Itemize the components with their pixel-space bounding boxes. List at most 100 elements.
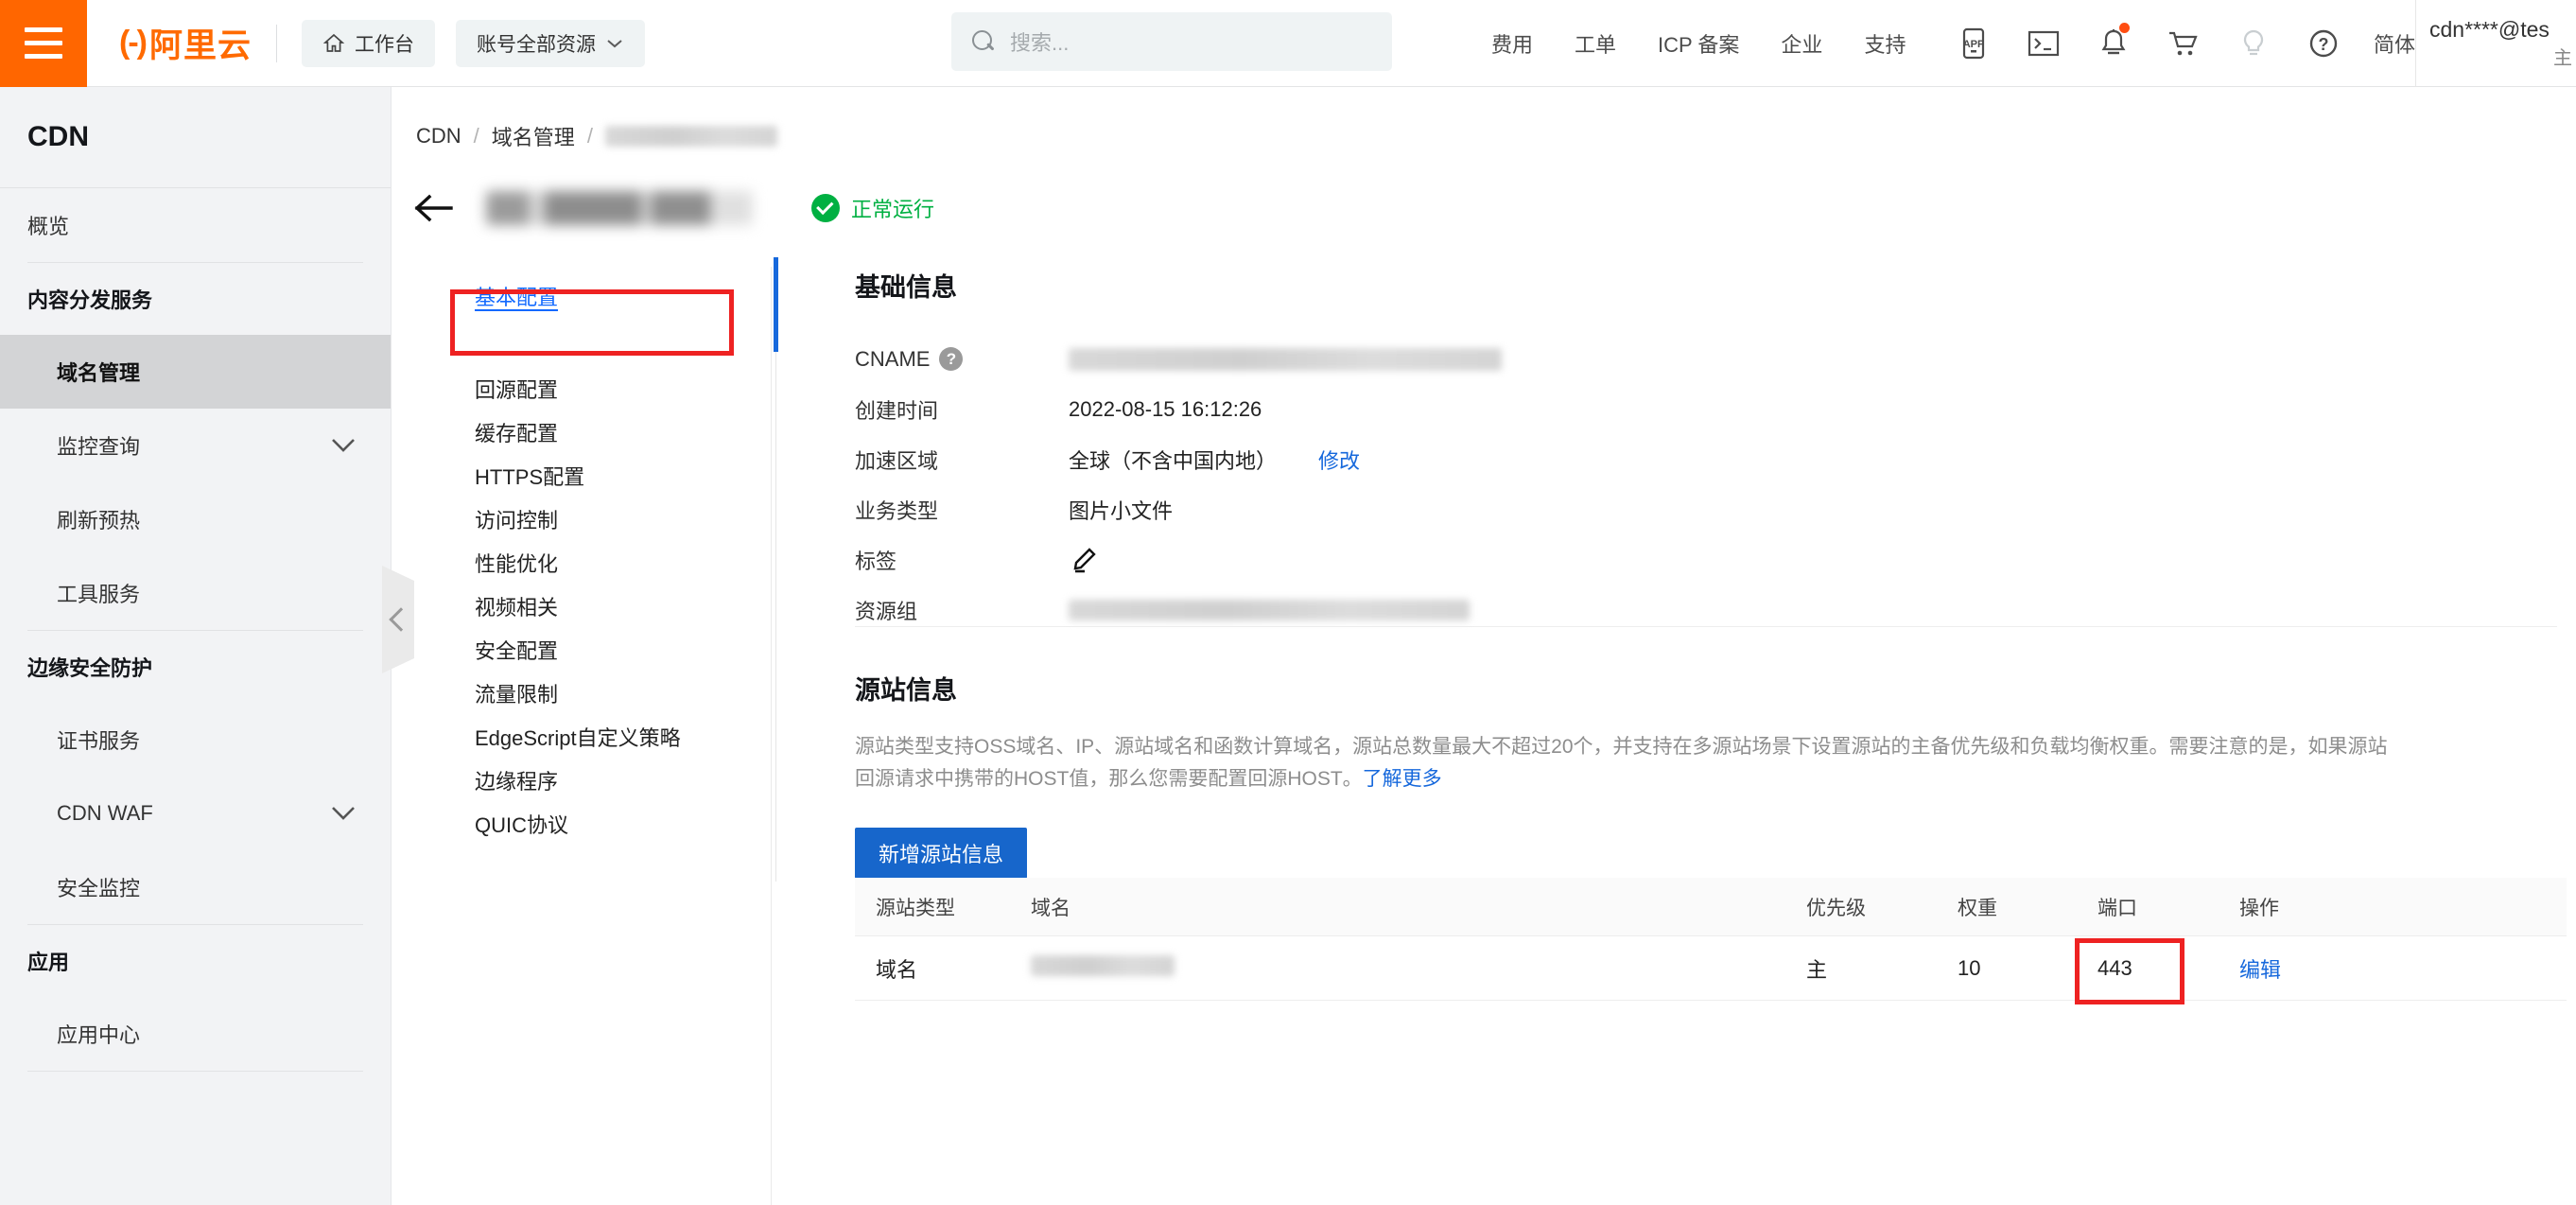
topbar-links: 费用 工单 ICP 备案 企业 支持: [1471, 0, 1926, 87]
origin-info-description: 源站类型支持OSS域名、IP、源站域名和函数计算域名，源站总数量最大不超过20个…: [855, 731, 2557, 795]
global-search-input[interactable]: 搜索...: [951, 12, 1392, 71]
info-label: 资源组: [855, 599, 918, 623]
subnav-item-label: 流量限制: [475, 683, 559, 707]
notification-badge-dot: [2119, 23, 2130, 33]
menu-hamburger-icon[interactable]: [0, 0, 87, 87]
subnav-item-edgescript[interactable]: EdgeScript自定义策略: [412, 715, 771, 759]
terminal-icon[interactable]: [2009, 0, 2079, 87]
search-placeholder: 搜索...: [1010, 31, 1070, 55]
cart-icon[interactable]: [2149, 0, 2219, 87]
page-title-masked: [486, 191, 753, 225]
info-label: 加速区域: [855, 448, 939, 473]
subnav-item-security-config[interactable]: 安全配置: [412, 628, 771, 672]
sidebar-item-certificate-service[interactable]: 证书服务: [0, 703, 391, 777]
sidebar-product-title: CDN: [27, 121, 89, 152]
sidebar-item-app-center[interactable]: 应用中心: [0, 997, 391, 1071]
aliyun-logo-text: 阿里云: [148, 27, 252, 64]
subnav-item-label: 性能优化: [475, 552, 559, 576]
edit-origin-link[interactable]: 编辑: [2239, 958, 2281, 982]
nav-link-enterprise[interactable]: 企业: [1760, 28, 1843, 59]
breadcrumb: CDN / 域名管理 /: [416, 121, 777, 151]
breadcrumb-item-current-masked: [604, 126, 777, 147]
info-value: [1069, 599, 1470, 620]
accel-region-value: 全球（不含中国内地）: [1069, 448, 1278, 473]
info-row-business-type: 业务类型 图片小文件: [855, 494, 2557, 525]
cell-port: 443: [2075, 937, 2239, 1004]
lightbulb-icon[interactable]: [2219, 0, 2289, 87]
cell-port-value: 443: [2097, 955, 2132, 980]
sidebar-collapse-handle[interactable]: [382, 566, 414, 673]
bell-icon[interactable]: [2079, 0, 2149, 87]
subnav-item-origin-config[interactable]: 回源配置: [412, 367, 771, 410]
sidebar-item-refresh-preload[interactable]: 刷新预热: [0, 482, 391, 556]
back-arrow-icon[interactable]: [412, 185, 458, 231]
subnav-item-edge-program[interactable]: 边缘程序: [412, 759, 771, 802]
pencil-icon[interactable]: [1069, 544, 1101, 576]
sidebar-item-tool-service[interactable]: 工具服务: [0, 556, 391, 630]
sidebar-divider: [27, 1071, 363, 1072]
account-name: cdn****@tes: [2429, 17, 2550, 42]
account-menu[interactable]: cdn****@tes 主: [2415, 0, 2576, 87]
add-origin-button[interactable]: 新增源站信息: [855, 828, 1028, 879]
column-header-priority: 优先级: [1806, 897, 1866, 919]
modify-region-link[interactable]: 修改: [1318, 445, 1360, 475]
sidebar-item-label: 概览: [27, 215, 70, 238]
nav-link-icp[interactable]: ICP 备案: [1637, 28, 1760, 59]
subnav-item-https-config[interactable]: HTTPS配置: [412, 454, 771, 498]
aliyun-logo[interactable]: (-) 阿里云: [119, 19, 252, 67]
check-circle-icon: [811, 194, 840, 222]
sidebar-group-application: 应用: [27, 951, 70, 974]
chevron-left-icon: [389, 607, 413, 632]
breadcrumb-item-cdn[interactable]: CDN: [416, 124, 461, 148]
sidebar-item-domain-management[interactable]: 域名管理: [0, 335, 391, 409]
sidebar-item-cdn-waf[interactable]: CDN WAF: [0, 777, 391, 850]
info-label: 业务类型: [855, 498, 939, 523]
sidebar-item-monitoring[interactable]: 监控查询: [0, 409, 391, 482]
subnav-item-label: QUIC协议: [475, 813, 569, 837]
sidebar-item-overview[interactable]: 概览: [0, 188, 391, 262]
main-content: CDN / 域名管理 / 正常运行 基本配置 回源配置 缓存配置 HTTPS配置…: [392, 87, 2576, 1205]
sidebar-item-security-monitoring[interactable]: 安全监控: [0, 850, 391, 924]
column-header-action: 操作: [2239, 897, 2279, 919]
workbench-button[interactable]: 工作台: [301, 19, 435, 67]
account-resources-label: 账号全部资源: [476, 33, 596, 56]
learn-more-link[interactable]: 了解更多: [1363, 768, 1442, 790]
subnav-item-quic[interactable]: QUIC协议: [412, 802, 771, 846]
config-panel: 基础信息 CNAME ? 创建时间 2022-08-15 16:12:26 加速…: [774, 257, 2576, 1205]
topbar-icon-group: APP ? 简体: [1939, 0, 2430, 87]
resource-group-value-masked: [1069, 599, 1470, 620]
home-icon: [322, 33, 345, 52]
subnav-item-label: EdgeScript自定义策略: [475, 726, 681, 750]
chevron-down-icon: [332, 807, 355, 820]
top-navigation-bar: (-) 阿里云 工作台 账号全部资源 搜索... 费用 工单 ICP 备案 企业…: [0, 0, 2576, 87]
help-icon[interactable]: ?: [939, 347, 964, 371]
hamburger-line: [25, 54, 62, 59]
nav-link-ticket[interactable]: 工单: [1554, 28, 1637, 59]
page-header: 正常运行: [412, 185, 934, 231]
subnav-item-traffic-limit[interactable]: 流量限制: [412, 672, 771, 715]
app-icon[interactable]: APP: [1939, 0, 2009, 87]
origin-table: 源站类型 域名 优先级 权重 端口 操作 域名 主 10 443 编辑: [855, 878, 2567, 1004]
help-icon[interactable]: ?: [2289, 0, 2358, 87]
cell-weight: 10: [1958, 955, 1981, 980]
nav-link-fee[interactable]: 费用: [1471, 28, 1554, 59]
info-label: 标签: [855, 549, 897, 573]
subnav-item-label: 安全配置: [475, 639, 559, 663]
subnav-item-access-control[interactable]: 访问控制: [412, 498, 771, 541]
subnav-item-label: 边缘程序: [475, 770, 559, 794]
subnav-item-performance[interactable]: 性能优化: [412, 541, 771, 585]
sidebar-item-label: CDN WAF: [57, 801, 153, 825]
table-header-row: 源站类型 域名 优先级 权重 端口 操作: [855, 878, 2567, 936]
svg-text:APP: APP: [1963, 39, 1985, 50]
chevron-down-icon: [332, 439, 355, 452]
cell-origin-type: 域名: [876, 957, 918, 982]
subnav-item-video[interactable]: 视频相关: [412, 585, 771, 628]
cell-domain-masked: [1031, 954, 1175, 976]
subnav-item-basic-config[interactable]: 基本配置: [412, 274, 771, 318]
subnav-item-cache-config[interactable]: 缓存配置: [412, 410, 771, 454]
subnav-item-label: 基本配置: [475, 286, 559, 309]
breadcrumb-item-domain-management[interactable]: 域名管理: [492, 121, 575, 151]
nav-link-support[interactable]: 支持: [1843, 28, 1926, 59]
info-row-cname: CNAME ?: [855, 343, 2557, 375]
account-resources-dropdown[interactable]: 账号全部资源: [455, 19, 645, 67]
